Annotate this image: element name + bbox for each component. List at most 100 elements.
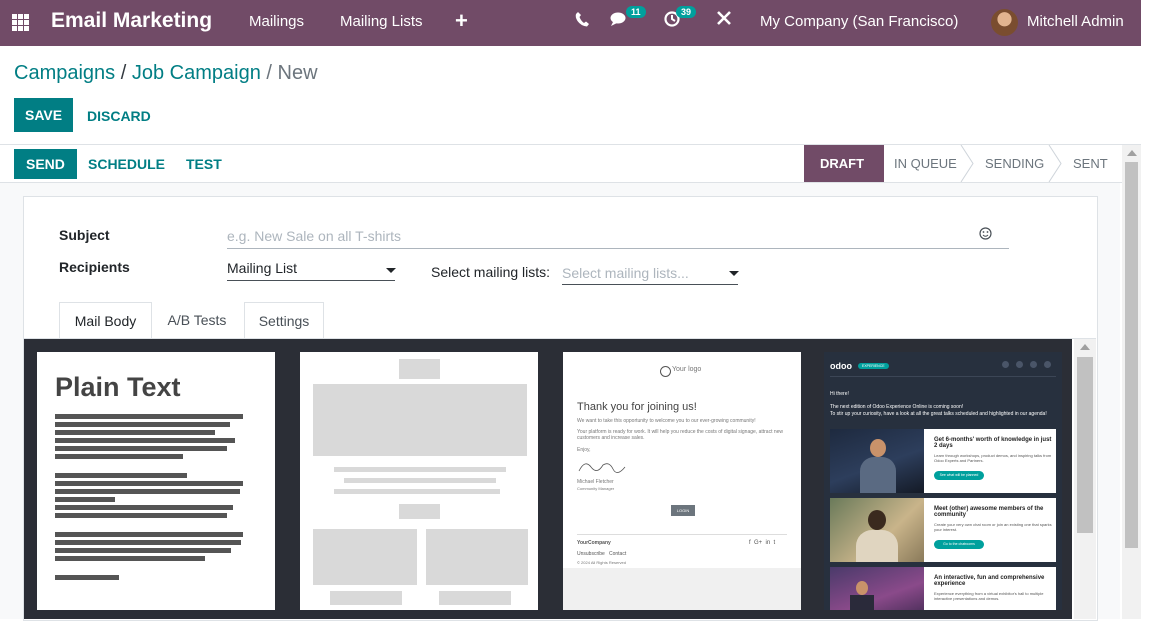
stage-separator	[960, 144, 974, 183]
plain-text-title: Plain Text	[55, 372, 181, 402]
emoji-icon[interactable]	[979, 227, 992, 240]
block-button: Go to the chatrooms	[934, 540, 984, 549]
discard-button[interactable]: DISCARD	[87, 108, 151, 124]
image-placeholder	[313, 529, 417, 585]
event-intro: To stir up your curiosity, have a look a…	[830, 411, 1047, 417]
logo-text: Your logo	[672, 366, 702, 373]
send-button[interactable]: SEND	[14, 149, 77, 179]
debug-tools-icon[interactable]	[716, 10, 732, 31]
signer-role: Community Manager	[577, 486, 615, 491]
activities-badge: 39	[676, 6, 697, 18]
event-block: An interactive, fun and comprehensive ex…	[830, 567, 1056, 610]
menu-mailing-lists[interactable]: Mailing Lists	[340, 13, 423, 30]
text-line	[55, 513, 227, 518]
block-title: An interactive, fun and comprehensive ex…	[934, 575, 1045, 587]
text-placeholder	[334, 489, 500, 494]
chevron-down-icon[interactable]	[729, 271, 739, 276]
breadcrumb-campaigns[interactable]: Campaigns	[14, 62, 115, 84]
scroll-up-arrow-icon[interactable]	[1127, 150, 1137, 156]
login-button: LOGIN	[671, 505, 695, 516]
text-line	[55, 575, 119, 580]
mailing-lists-input[interactable]: Select mailing lists...	[562, 265, 689, 281]
footer-divider	[577, 534, 787, 535]
theme-basic-layout[interactable]	[300, 352, 538, 610]
stage-in-queue[interactable]: IN QUEUE	[894, 145, 957, 182]
theme-plain-text[interactable]: Plain Text	[37, 352, 275, 610]
text-line	[55, 414, 243, 419]
tab-settings[interactable]: Settings	[244, 302, 324, 340]
welcome-title: Thank you for joining us!	[577, 401, 697, 413]
stage-separator	[1048, 144, 1062, 183]
app-name[interactable]: Email Marketing	[51, 9, 212, 33]
chevron-down-icon[interactable]	[386, 268, 396, 273]
test-button[interactable]: TEST	[186, 156, 222, 172]
event-intro: The next edition of Odoo Experience Onli…	[830, 404, 964, 410]
recipients-select[interactable]: Mailing List	[227, 260, 297, 276]
signature-icon	[577, 457, 627, 477]
block-text: Learn through workshops, product demos, …	[934, 453, 1052, 463]
scrollbar-thumb[interactable]	[1077, 357, 1093, 533]
breadcrumb-separator: /	[266, 62, 272, 84]
messages-icon[interactable]	[610, 11, 628, 32]
image-placeholder	[426, 529, 528, 585]
text-line	[55, 540, 241, 545]
text-line	[55, 454, 183, 459]
text-line	[55, 505, 233, 510]
apps-grid-icon[interactable]	[12, 14, 30, 32]
company-switcher[interactable]: My Company (San Francisco)	[760, 13, 958, 30]
page-scrollbar[interactable]	[1122, 145, 1141, 619]
greeting: Hi there!	[830, 391, 849, 397]
stage-arrow	[868, 145, 880, 182]
scroll-up-arrow-icon[interactable]	[1080, 344, 1090, 350]
menu-mailings[interactable]: Mailings	[249, 13, 304, 30]
mailing-lists-label: Select mailing lists:	[431, 264, 551, 280]
odoo-logo: odoo	[830, 361, 852, 371]
text-line	[55, 481, 243, 486]
save-button[interactable]: SAVE	[14, 98, 74, 132]
experience-tag: EXPERIENCE	[858, 363, 889, 369]
mailing-lists-underline	[562, 284, 738, 285]
signer-name: Michael Fletcher	[577, 479, 614, 485]
user-avatar[interactable]	[991, 9, 1018, 36]
button-placeholder	[330, 591, 402, 605]
stage-sent[interactable]: SENT	[1073, 145, 1108, 182]
banner-placeholder	[313, 384, 527, 456]
text-line	[55, 497, 115, 502]
stage-sending[interactable]: SENDING	[985, 145, 1044, 182]
welcome-text: We want to take this opportunity to welc…	[577, 418, 756, 424]
text-line	[55, 422, 230, 427]
block-title: Meet (other) awesome members of the comm…	[934, 506, 1044, 518]
subject-underline	[227, 248, 1009, 249]
recipients-label: Recipients	[59, 259, 130, 275]
text-line	[55, 548, 231, 553]
breadcrumb-separator: /	[120, 62, 127, 84]
text-line	[55, 446, 227, 451]
breadcrumb-job-campaign[interactable]: Job Campaign	[132, 62, 261, 84]
theme-event-newsletter[interactable]: odoo EXPERIENCE Hi there! The next editi…	[824, 352, 1062, 610]
text-line	[55, 556, 205, 561]
plus-icon[interactable]: +	[455, 8, 468, 34]
subject-label: Subject	[59, 227, 110, 243]
gallery-scrollbar[interactable]	[1074, 339, 1096, 619]
text-placeholder	[334, 467, 506, 472]
theme-gallery: Plain Text Your logo Thank you for joini…	[24, 339, 1072, 619]
block-text: Create your very own chat room or join a…	[934, 522, 1052, 532]
subject-input[interactable]: e.g. New Sale on all T-shirts	[227, 228, 401, 244]
text-line	[55, 489, 240, 494]
attendee-photo	[830, 498, 924, 562]
scrollbar-thumb[interactable]	[1125, 162, 1138, 548]
theme-welcome[interactable]: Your logo Thank you for joining us! We w…	[563, 352, 801, 610]
company-name: YourCompany	[577, 540, 611, 546]
unsubscribe-link: Unsubscribe	[577, 551, 605, 557]
tab-ab-tests[interactable]: A/B Tests	[152, 302, 242, 338]
event-block: Meet (other) awesome members of the comm…	[830, 498, 1056, 562]
top-navbar: Email Marketing Mailings Mailing Lists +…	[0, 0, 1141, 46]
phone-icon[interactable]	[575, 11, 589, 32]
schedule-button[interactable]: SCHEDULE	[88, 156, 165, 172]
text-line	[55, 473, 187, 478]
tab-mail-body[interactable]: Mail Body	[59, 302, 152, 340]
breadcrumb-current: New	[277, 62, 318, 84]
messages-badge: 11	[626, 6, 646, 18]
user-menu[interactable]: Mitchell Admin	[1027, 13, 1124, 30]
speaker-photo	[830, 429, 924, 493]
